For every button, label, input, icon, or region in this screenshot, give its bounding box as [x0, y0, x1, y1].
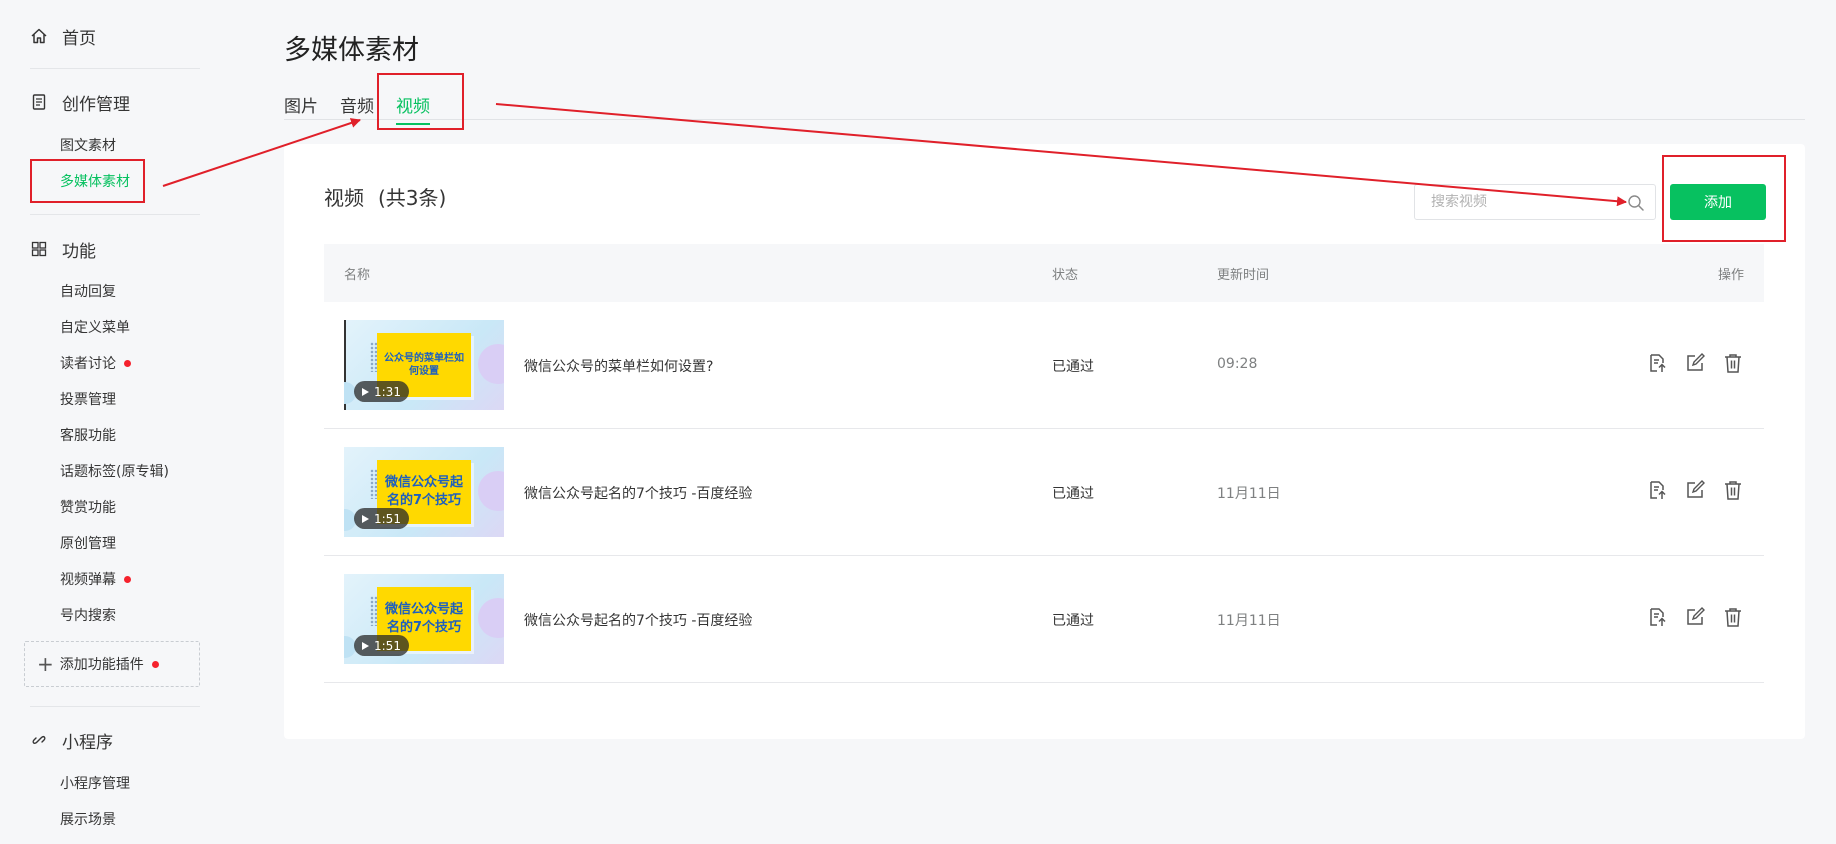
row-actions: [1646, 352, 1744, 374]
section-title-label: 视频: [324, 186, 364, 210]
notification-dot: [124, 575, 131, 583]
add-plugin-button[interactable]: + 添加功能插件: [24, 641, 200, 687]
nav-group-features[interactable]: 功能: [30, 234, 96, 264]
nav-group-creation-label: 创作管理: [62, 94, 130, 115]
page-title: 多媒体素材: [284, 35, 419, 66]
search-input[interactable]: [1431, 185, 1621, 219]
video-thumbnail[interactable]: 微信公众号起名的7个技巧 1:51: [344, 574, 504, 664]
video-updated-time: 11月11日: [1217, 486, 1281, 502]
video-status: 已通过: [1052, 613, 1094, 629]
search-icon[interactable]: [1627, 194, 1645, 212]
document-icon: [30, 93, 48, 111]
sidebar-item-label: 读者讨论: [60, 356, 116, 372]
tab-video[interactable]: 视频: [396, 92, 430, 125]
tab-audio[interactable]: 音频: [340, 92, 374, 117]
column-name: 名称: [344, 268, 371, 283]
sidebar-item-article-material[interactable]: 图文素材: [60, 133, 116, 157]
video-updated-time: 11月11日: [1217, 613, 1281, 629]
sidebar-item-reward[interactable]: 赞赏功能: [60, 495, 116, 519]
sidebar-item-video-danmaku[interactable]: 视频弹幕: [60, 567, 131, 591]
decorative-circle: [478, 471, 504, 511]
add-button[interactable]: 添加: [1670, 184, 1766, 220]
publish-icon[interactable]: [1646, 352, 1668, 374]
video-list-card: 视频 (共3条) 添加 名称 状态 更新时间 操作 公众号的菜单栏如何设置 1:3…: [284, 144, 1805, 739]
publish-icon[interactable]: [1646, 606, 1668, 628]
sidebar-item-miniprogram-manage[interactable]: 小程序管理: [60, 771, 130, 795]
column-status: 状态: [1052, 268, 1079, 283]
video-name[interactable]: 微信公众号起名的7个技巧 -百度经验: [524, 610, 752, 630]
divider: [30, 214, 200, 215]
nav-group-features-label: 功能: [62, 241, 96, 262]
sidebar-item-customer-service[interactable]: 客服功能: [60, 423, 116, 447]
duration-badge: 1:51: [354, 508, 409, 529]
nav-home-label: 首页: [62, 28, 96, 49]
notification-dot: [124, 359, 131, 367]
video-updated-time: 09:28: [1217, 356, 1258, 372]
video-status: 已通过: [1052, 359, 1094, 375]
notification-dot: [151, 660, 159, 668]
delete-icon[interactable]: [1722, 606, 1744, 628]
plus-icon: +: [37, 652, 54, 676]
video-thumbnail[interactable]: 微信公众号起名的7个技巧 1:51: [344, 447, 504, 537]
duration-label: 1:51: [374, 638, 401, 653]
home-icon: [30, 27, 48, 45]
search-box: [1414, 184, 1656, 220]
delete-icon[interactable]: [1722, 352, 1744, 374]
sidebar-item-original[interactable]: 原创管理: [60, 531, 116, 555]
decorative-circle: [478, 344, 504, 384]
sidebar-item-reader-discussion[interactable]: 读者讨论: [60, 351, 131, 375]
duration-badge: 1:51: [354, 635, 409, 656]
duration-label: 1:31: [374, 384, 401, 399]
nav-group-miniprogram[interactable]: 小程序: [30, 725, 113, 755]
duration-label: 1:51: [374, 511, 401, 526]
link-icon: [30, 731, 48, 749]
sidebar: 首页 创作管理 图文素材 多媒体素材 功能 自动回复 自定义菜单 读者讨论 投票…: [0, 0, 220, 844]
play-icon: [362, 514, 369, 523]
duration-badge: 1:31: [354, 381, 409, 402]
nav-group-miniprogram-label: 小程序: [62, 732, 113, 753]
sidebar-item-topic-tags[interactable]: 话题标签(原专辑): [60, 459, 169, 483]
edit-icon[interactable]: [1684, 352, 1706, 374]
edit-icon[interactable]: [1684, 479, 1706, 501]
publish-icon[interactable]: [1646, 479, 1668, 501]
video-thumbnail[interactable]: 公众号的菜单栏如何设置 1:31: [344, 320, 504, 410]
section-title: 视频 (共3条): [324, 182, 446, 211]
tab-images[interactable]: 图片: [284, 92, 318, 117]
add-plugin-label: 添加功能插件: [59, 657, 144, 673]
table-header: 名称 状态 更新时间 操作: [324, 244, 1764, 302]
column-actions: 操作: [1717, 268, 1744, 283]
edit-icon[interactable]: [1684, 606, 1706, 628]
grid-icon: [30, 240, 48, 258]
decorative-circle: [478, 598, 504, 638]
table-row: 公众号的菜单栏如何设置 1:31 微信公众号的菜单栏如何设置? 已通过 09:2…: [324, 302, 1764, 429]
nav-group-creation[interactable]: 创作管理: [30, 87, 130, 117]
play-icon: [362, 641, 369, 650]
table-row: 微信公众号起名的7个技巧 1:51 微信公众号起名的7个技巧 -百度经验 已通过…: [324, 556, 1764, 683]
sidebar-item-vote[interactable]: 投票管理: [60, 387, 116, 411]
video-name[interactable]: 微信公众号起名的7个技巧 -百度经验: [524, 483, 752, 503]
sidebar-item-multimedia-material[interactable]: 多媒体素材: [60, 169, 130, 193]
sidebar-item-label: 视频弹幕: [60, 572, 116, 588]
video-status: 已通过: [1052, 486, 1094, 502]
nav-home[interactable]: 首页: [30, 21, 96, 51]
sidebar-item-in-account-search[interactable]: 号内搜索: [60, 603, 116, 627]
play-icon: [362, 387, 369, 396]
row-actions: [1646, 479, 1744, 501]
video-count: (共3条): [378, 186, 447, 210]
row-actions: [1646, 606, 1744, 628]
table-row: 微信公众号起名的7个技巧 1:51 微信公众号起名的7个技巧 -百度经验 已通过…: [324, 429, 1764, 556]
video-name[interactable]: 微信公众号的菜单栏如何设置?: [524, 356, 713, 376]
sidebar-item-display-scene[interactable]: 展示场景: [60, 807, 116, 831]
tab-bar: 图片 音频 视频: [284, 88, 1805, 125]
divider: [30, 68, 200, 69]
delete-icon[interactable]: [1722, 479, 1744, 501]
column-updated-time: 更新时间: [1217, 268, 1270, 283]
sidebar-item-auto-reply[interactable]: 自动回复: [60, 279, 116, 303]
divider: [30, 706, 200, 707]
sidebar-item-custom-menu[interactable]: 自定义菜单: [60, 315, 130, 339]
